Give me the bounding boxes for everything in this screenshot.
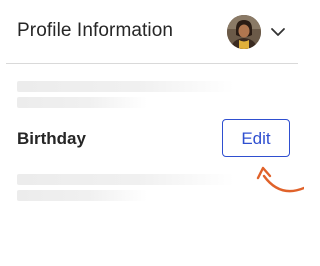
- edit-birthday-button[interactable]: Edit: [222, 119, 290, 157]
- page-title: Profile Information: [17, 20, 174, 41]
- header-divider: [6, 63, 298, 64]
- skeleton-line: [17, 190, 147, 201]
- profile-header: Profile Information: [0, 0, 304, 64]
- avatar-photo-icon: [227, 15, 261, 49]
- skeleton-line: [17, 81, 234, 92]
- curved-arrow-pointer-icon: [250, 160, 304, 200]
- skeleton-line: [17, 174, 234, 185]
- profile-information-page: Profile Information Birthday Edit: [0, 0, 304, 266]
- chevron-down-icon[interactable]: [270, 26, 286, 38]
- birthday-label: Birthday: [17, 129, 86, 148]
- skeleton-line: [17, 97, 147, 108]
- avatar[interactable]: [227, 15, 261, 49]
